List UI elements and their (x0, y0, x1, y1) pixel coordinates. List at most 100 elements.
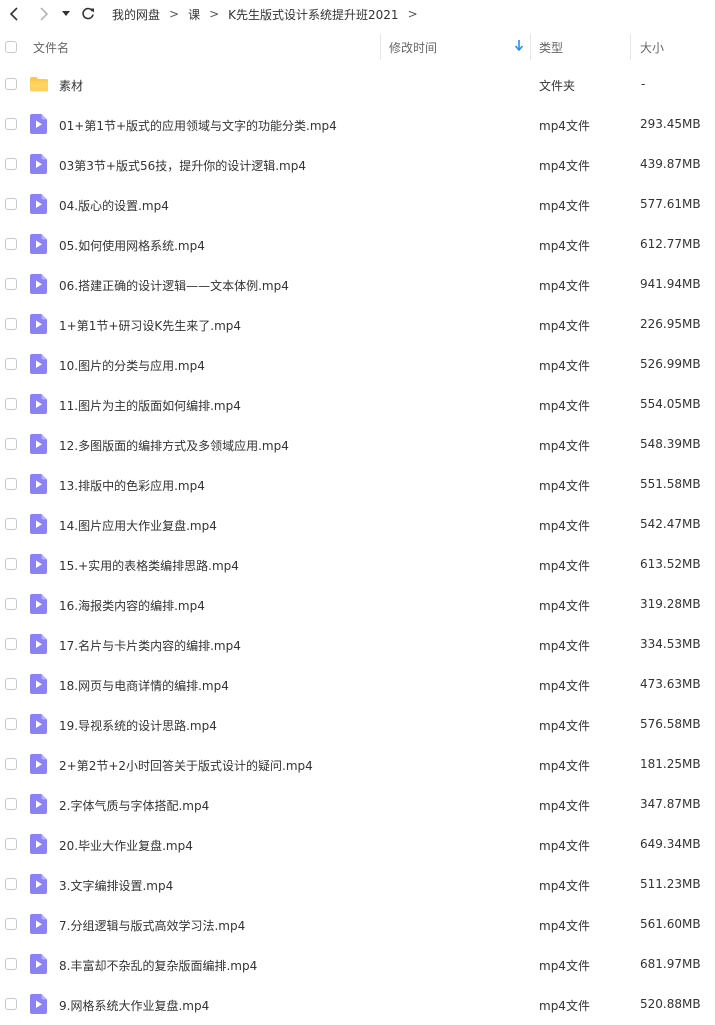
file-name[interactable]: 15.+实用的表格类编排思路.mp4 (59, 557, 239, 574)
file-name[interactable]: 04.版心的设置.mp4 (59, 197, 169, 214)
file-row[interactable]: 04.版心的设置.mp4 mp4文件 577.61MB (0, 184, 715, 224)
file-name[interactable]: 12.多图版面的编排方式及多领域应用.mp4 (59, 437, 289, 454)
file-row[interactable]: 17.名片与卡片类内容的编排.mp4 mp4文件 334.53MB (0, 624, 715, 664)
file-row[interactable]: 06.搭建正确的设计逻辑——文本体例.mp4 mp4文件 941.94MB (0, 264, 715, 304)
file-row[interactable]: 20.毕业大作业复盘.mp4 mp4文件 649.34MB (0, 824, 715, 864)
file-icon-wrapper (30, 874, 47, 897)
breadcrumb-item-root[interactable]: 我的网盘 (112, 6, 160, 23)
row-checkbox[interactable] (5, 918, 17, 930)
file-row[interactable]: 10.图片的分类与应用.mp4 mp4文件 526.99MB (0, 344, 715, 384)
file-row[interactable]: 2+第2节+2小时回答关于版式设计的疑问.mp4 mp4文件 181.25MB (0, 744, 715, 784)
row-checkbox[interactable] (5, 78, 17, 90)
row-checkbox[interactable] (5, 518, 17, 530)
file-icon-wrapper (30, 434, 47, 457)
sort-down-arrow-icon[interactable] (514, 40, 524, 52)
column-divider[interactable] (530, 34, 531, 60)
video-file-icon (30, 354, 47, 374)
row-checkbox[interactable] (5, 718, 17, 730)
file-row[interactable]: 素材 文件夹 - (0, 64, 715, 104)
file-row[interactable]: 19.导视系统的设计思路.mp4 mp4文件 576.58MB (0, 704, 715, 744)
video-file-icon (30, 194, 47, 214)
file-row[interactable]: 16.海报类内容的编排.mp4 mp4文件 319.28MB (0, 584, 715, 624)
row-checkbox[interactable] (5, 598, 17, 610)
file-name[interactable]: 14.图片应用大作业复盘.mp4 (59, 517, 217, 534)
row-checkbox[interactable] (5, 118, 17, 130)
refresh-button[interactable] (76, 2, 100, 26)
forward-button[interactable] (32, 2, 56, 26)
file-name[interactable]: 01+第1节+版式的应用领域与文字的功能分类.mp4 (59, 117, 337, 134)
file-row[interactable]: 13.排版中的色彩应用.mp4 mp4文件 551.58MB (0, 464, 715, 504)
row-checkbox[interactable] (5, 398, 17, 410)
file-name[interactable]: 2.字体气质与字体搭配.mp4 (59, 797, 209, 814)
file-name[interactable]: 06.搭建正确的设计逻辑——文本体例.mp4 (59, 277, 289, 294)
row-checkbox[interactable] (5, 478, 17, 490)
file-name[interactable]: 7.分组逻辑与版式高效学习法.mp4 (59, 917, 245, 934)
row-checkbox[interactable] (5, 998, 17, 1010)
file-row[interactable]: 18.网页与电商详情的编排.mp4 mp4文件 473.63MB (0, 664, 715, 704)
file-name[interactable]: 20.毕业大作业复盘.mp4 (59, 837, 193, 854)
select-all-checkbox[interactable] (5, 41, 17, 53)
file-name[interactable]: 18.网页与电商详情的编排.mp4 (59, 677, 229, 694)
file-row[interactable]: 3.文字编排设置.mp4 mp4文件 511.23MB (0, 864, 715, 904)
column-header-type[interactable]: 类型 (539, 39, 563, 56)
file-row[interactable]: 8.丰富却不杂乱的复杂版面编排.mp4 mp4文件 681.97MB (0, 944, 715, 984)
file-row[interactable]: 01+第1节+版式的应用领域与文字的功能分类.mp4 mp4文件 293.45MB (0, 104, 715, 144)
row-checkbox[interactable] (5, 798, 17, 810)
file-name[interactable]: 05.如何使用网格系统.mp4 (59, 237, 205, 254)
breadcrumb-item-current[interactable]: K先生版式设计系统提升班2021 (228, 6, 398, 23)
file-type: mp4文件 (539, 359, 590, 373)
file-row[interactable]: 7.分组逻辑与版式高效学习法.mp4 mp4文件 561.60MB (0, 904, 715, 944)
file-row[interactable]: 05.如何使用网格系统.mp4 mp4文件 612.77MB (0, 224, 715, 264)
file-name[interactable]: 13.排版中的色彩应用.mp4 (59, 477, 205, 494)
row-checkbox[interactable] (5, 678, 17, 690)
file-row[interactable]: 12.多图版面的编排方式及多领域应用.mp4 mp4文件 548.39MB (0, 424, 715, 464)
column-divider[interactable] (630, 34, 631, 60)
file-row[interactable]: 11.图片为主的版面如何编排.mp4 mp4文件 554.05MB (0, 384, 715, 424)
row-checkbox[interactable] (5, 438, 17, 450)
row-checkbox[interactable] (5, 318, 17, 330)
file-size: 576.58MB (640, 717, 701, 731)
breadcrumb-item-course[interactable]: 课 (188, 6, 200, 23)
file-row[interactable]: 15.+实用的表格类编排思路.mp4 mp4文件 613.52MB (0, 544, 715, 584)
file-icon-wrapper (30, 834, 47, 857)
file-row[interactable]: 9.网格系统大作业复盘.mp4 mp4文件 520.88MB (0, 984, 715, 1024)
column-header-modified[interactable]: 修改时间 (389, 39, 437, 56)
file-name[interactable]: 2+第2节+2小时回答关于版式设计的疑问.mp4 (59, 757, 313, 774)
column-divider[interactable] (380, 34, 381, 60)
row-checkbox[interactable] (5, 158, 17, 170)
file-type: mp4文件 (539, 559, 590, 573)
row-checkbox[interactable] (5, 278, 17, 290)
row-checkbox[interactable] (5, 838, 17, 850)
file-size: 681.97MB (640, 957, 701, 971)
file-icon-wrapper (30, 154, 47, 177)
breadcrumb-separator: > (209, 7, 220, 21)
row-checkbox[interactable] (5, 758, 17, 770)
file-name[interactable]: 8.丰富却不杂乱的复杂版面编排.mp4 (59, 957, 257, 974)
file-name[interactable]: 17.名片与卡片类内容的编排.mp4 (59, 637, 241, 654)
row-checkbox[interactable] (5, 958, 17, 970)
row-checkbox[interactable] (5, 878, 17, 890)
file-name[interactable]: 3.文字编排设置.mp4 (59, 877, 173, 894)
file-row[interactable]: 1+第1节+研习设K先生来了.mp4 mp4文件 226.95MB (0, 304, 715, 344)
row-checkbox[interactable] (5, 558, 17, 570)
file-name[interactable]: 9.网格系统大作业复盘.mp4 (59, 997, 209, 1014)
history-dropdown-button[interactable] (58, 2, 74, 26)
row-checkbox[interactable] (5, 638, 17, 650)
file-icon-wrapper (30, 714, 47, 737)
row-checkbox[interactable] (5, 358, 17, 370)
file-name[interactable]: 16.海报类内容的编排.mp4 (59, 597, 205, 614)
back-button[interactable] (2, 2, 26, 26)
file-name[interactable]: 11.图片为主的版面如何编排.mp4 (59, 397, 241, 414)
file-row[interactable]: 2.字体气质与字体搭配.mp4 mp4文件 347.87MB (0, 784, 715, 824)
file-name[interactable]: 素材 (59, 77, 83, 94)
file-name[interactable]: 10.图片的分类与应用.mp4 (59, 357, 205, 374)
row-checkbox[interactable] (5, 198, 17, 210)
column-header-size[interactable]: 大小 (640, 39, 664, 56)
file-row[interactable]: 03第3节+版式56技，提升你的设计逻辑.mp4 mp4文件 439.87MB (0, 144, 715, 184)
file-name[interactable]: 1+第1节+研习设K先生来了.mp4 (59, 317, 241, 334)
row-checkbox[interactable] (5, 238, 17, 250)
file-name[interactable]: 19.导视系统的设计思路.mp4 (59, 717, 217, 734)
file-row[interactable]: 14.图片应用大作业复盘.mp4 mp4文件 542.47MB (0, 504, 715, 544)
file-name[interactable]: 03第3节+版式56技，提升你的设计逻辑.mp4 (59, 157, 306, 174)
column-header-name[interactable]: 文件名 (33, 39, 69, 56)
